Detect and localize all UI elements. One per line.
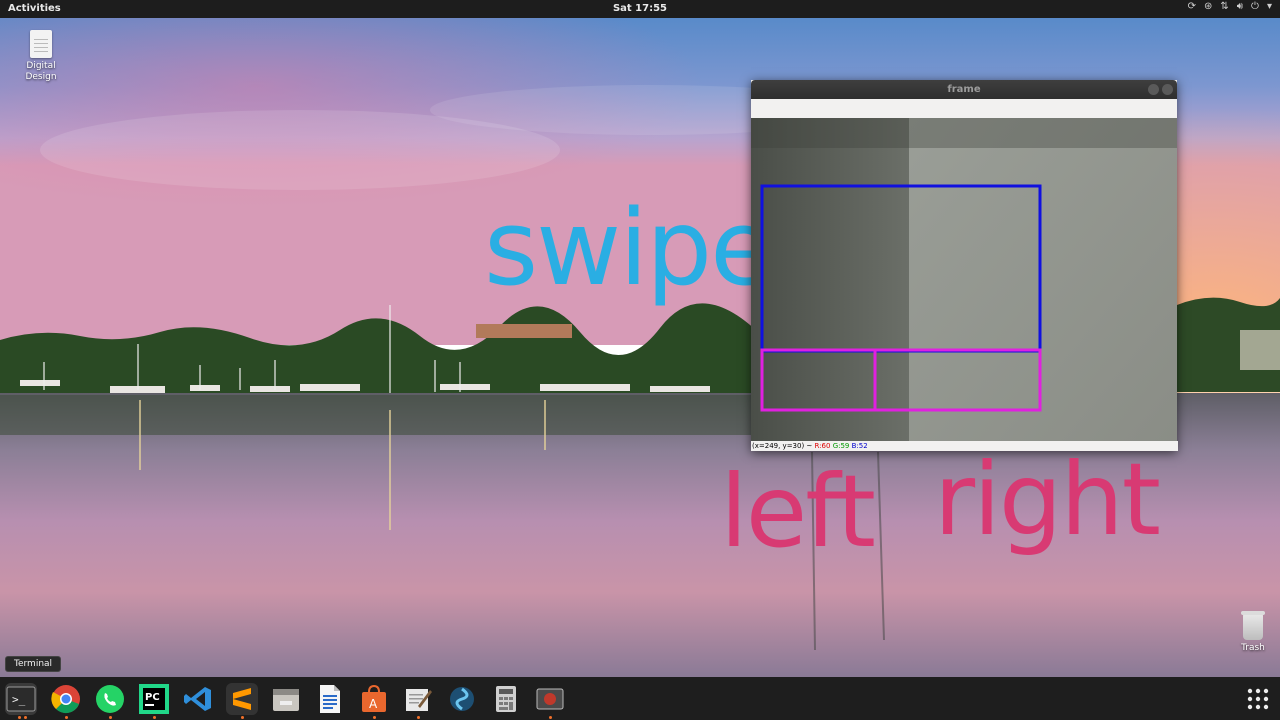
green-value: G:59 [832,442,850,450]
power-icon[interactable]: ⏻ [1251,1,1259,12]
screen-recorder-icon [536,688,564,710]
dock-item-software-center[interactable]: A [358,683,390,715]
window-title: frame [947,84,981,95]
running-indicator [373,716,376,719]
running-indicator [109,716,112,719]
dock-item-vscode[interactable] [182,683,214,715]
window-titlebar[interactable]: frame [751,80,1177,99]
files-icon [273,689,299,711]
overlay-text-swipe: swipe [484,187,774,309]
dock-item-pycharm[interactable]: PC [138,683,170,715]
dock-tooltip: Terminal [5,656,62,672]
cursor-coords: (x=249, y=30) ~ [752,442,813,450]
show-apps-icon [1247,688,1269,710]
accessibility-icon[interactable]: ⊛ [1204,1,1212,12]
dock-item-calculator[interactable] [490,683,522,715]
dock: >_ PC A [0,677,1280,720]
desktop-icon-label: Digital Design [25,61,57,82]
dock-item-files[interactable] [270,683,302,715]
chrome-icon [51,685,80,714]
writer-icon [320,685,340,713]
svg-text:>_: >_ [12,693,26,706]
calculator-icon [496,686,516,712]
sublime-text-icon [233,688,251,710]
clock[interactable]: Sat 17:55 [0,3,1280,14]
trash-icon [1241,611,1265,640]
desktop-icon-digital-design[interactable]: Digital Design [11,30,71,83]
dock-item-show-apps[interactable] [1242,683,1274,715]
running-indicator [153,716,156,719]
network-icon[interactable]: ⇅ [1220,1,1228,12]
overlay-text-right: right [934,441,1161,558]
shotwell-icon [450,687,474,711]
dock-item-terminal[interactable]: >_ [5,683,37,715]
whatsapp-icon [96,685,124,713]
close-button[interactable] [1162,84,1173,95]
running-indicator [24,716,27,719]
vscode-icon [184,687,211,711]
top-bar: Activities Sat 17:55 ⟳ ⊛ ⇅ 🔊︎ ⏻ ▾ [0,0,1280,18]
blue-value: B:52 [851,442,868,450]
svg-text:PC: PC [145,692,160,703]
dock-item-text-editor[interactable] [402,683,434,715]
window-toolbar [751,99,1177,118]
document-icon [30,30,52,58]
running-indicator [417,716,420,719]
running-indicator [18,716,21,719]
text-editor-icon [406,689,432,711]
desktop-icon-trash[interactable]: Trash [1223,611,1280,653]
pycharm-icon: PC [139,684,169,714]
red-value: R:60 [814,442,831,450]
dock-item-screen-recorder[interactable] [534,683,566,715]
volume-icon[interactable]: 🔊︎ [1237,1,1243,12]
running-indicator [241,716,244,719]
camera-feed [751,118,1177,441]
overlay-text-left: left [720,453,876,570]
terminal-icon: >_ [6,686,36,712]
chevron-down-icon[interactable]: ▾ [1267,1,1272,12]
running-indicator [65,716,68,719]
dock-item-sublime-text[interactable] [226,683,258,715]
running-indicator [549,716,552,719]
system-tray[interactable]: ⟳ ⊛ ⇅ 🔊︎ ⏻ ▾ [1188,1,1272,12]
dock-item-writer[interactable] [314,683,346,715]
dock-item-shotwell[interactable] [446,683,478,715]
desktop-icon-label: Trash [1241,643,1265,653]
software-center-icon: A [362,684,386,712]
minimize-button[interactable] [1148,84,1159,95]
svg-text:A: A [369,697,378,711]
update-icon[interactable]: ⟳ [1188,1,1196,12]
frame-window[interactable]: frame (x=249, y=30) ~ R:60 G:59 B:52 [751,80,1178,451]
dock-item-whatsapp[interactable] [94,683,126,715]
dock-item-chrome[interactable] [50,683,82,715]
